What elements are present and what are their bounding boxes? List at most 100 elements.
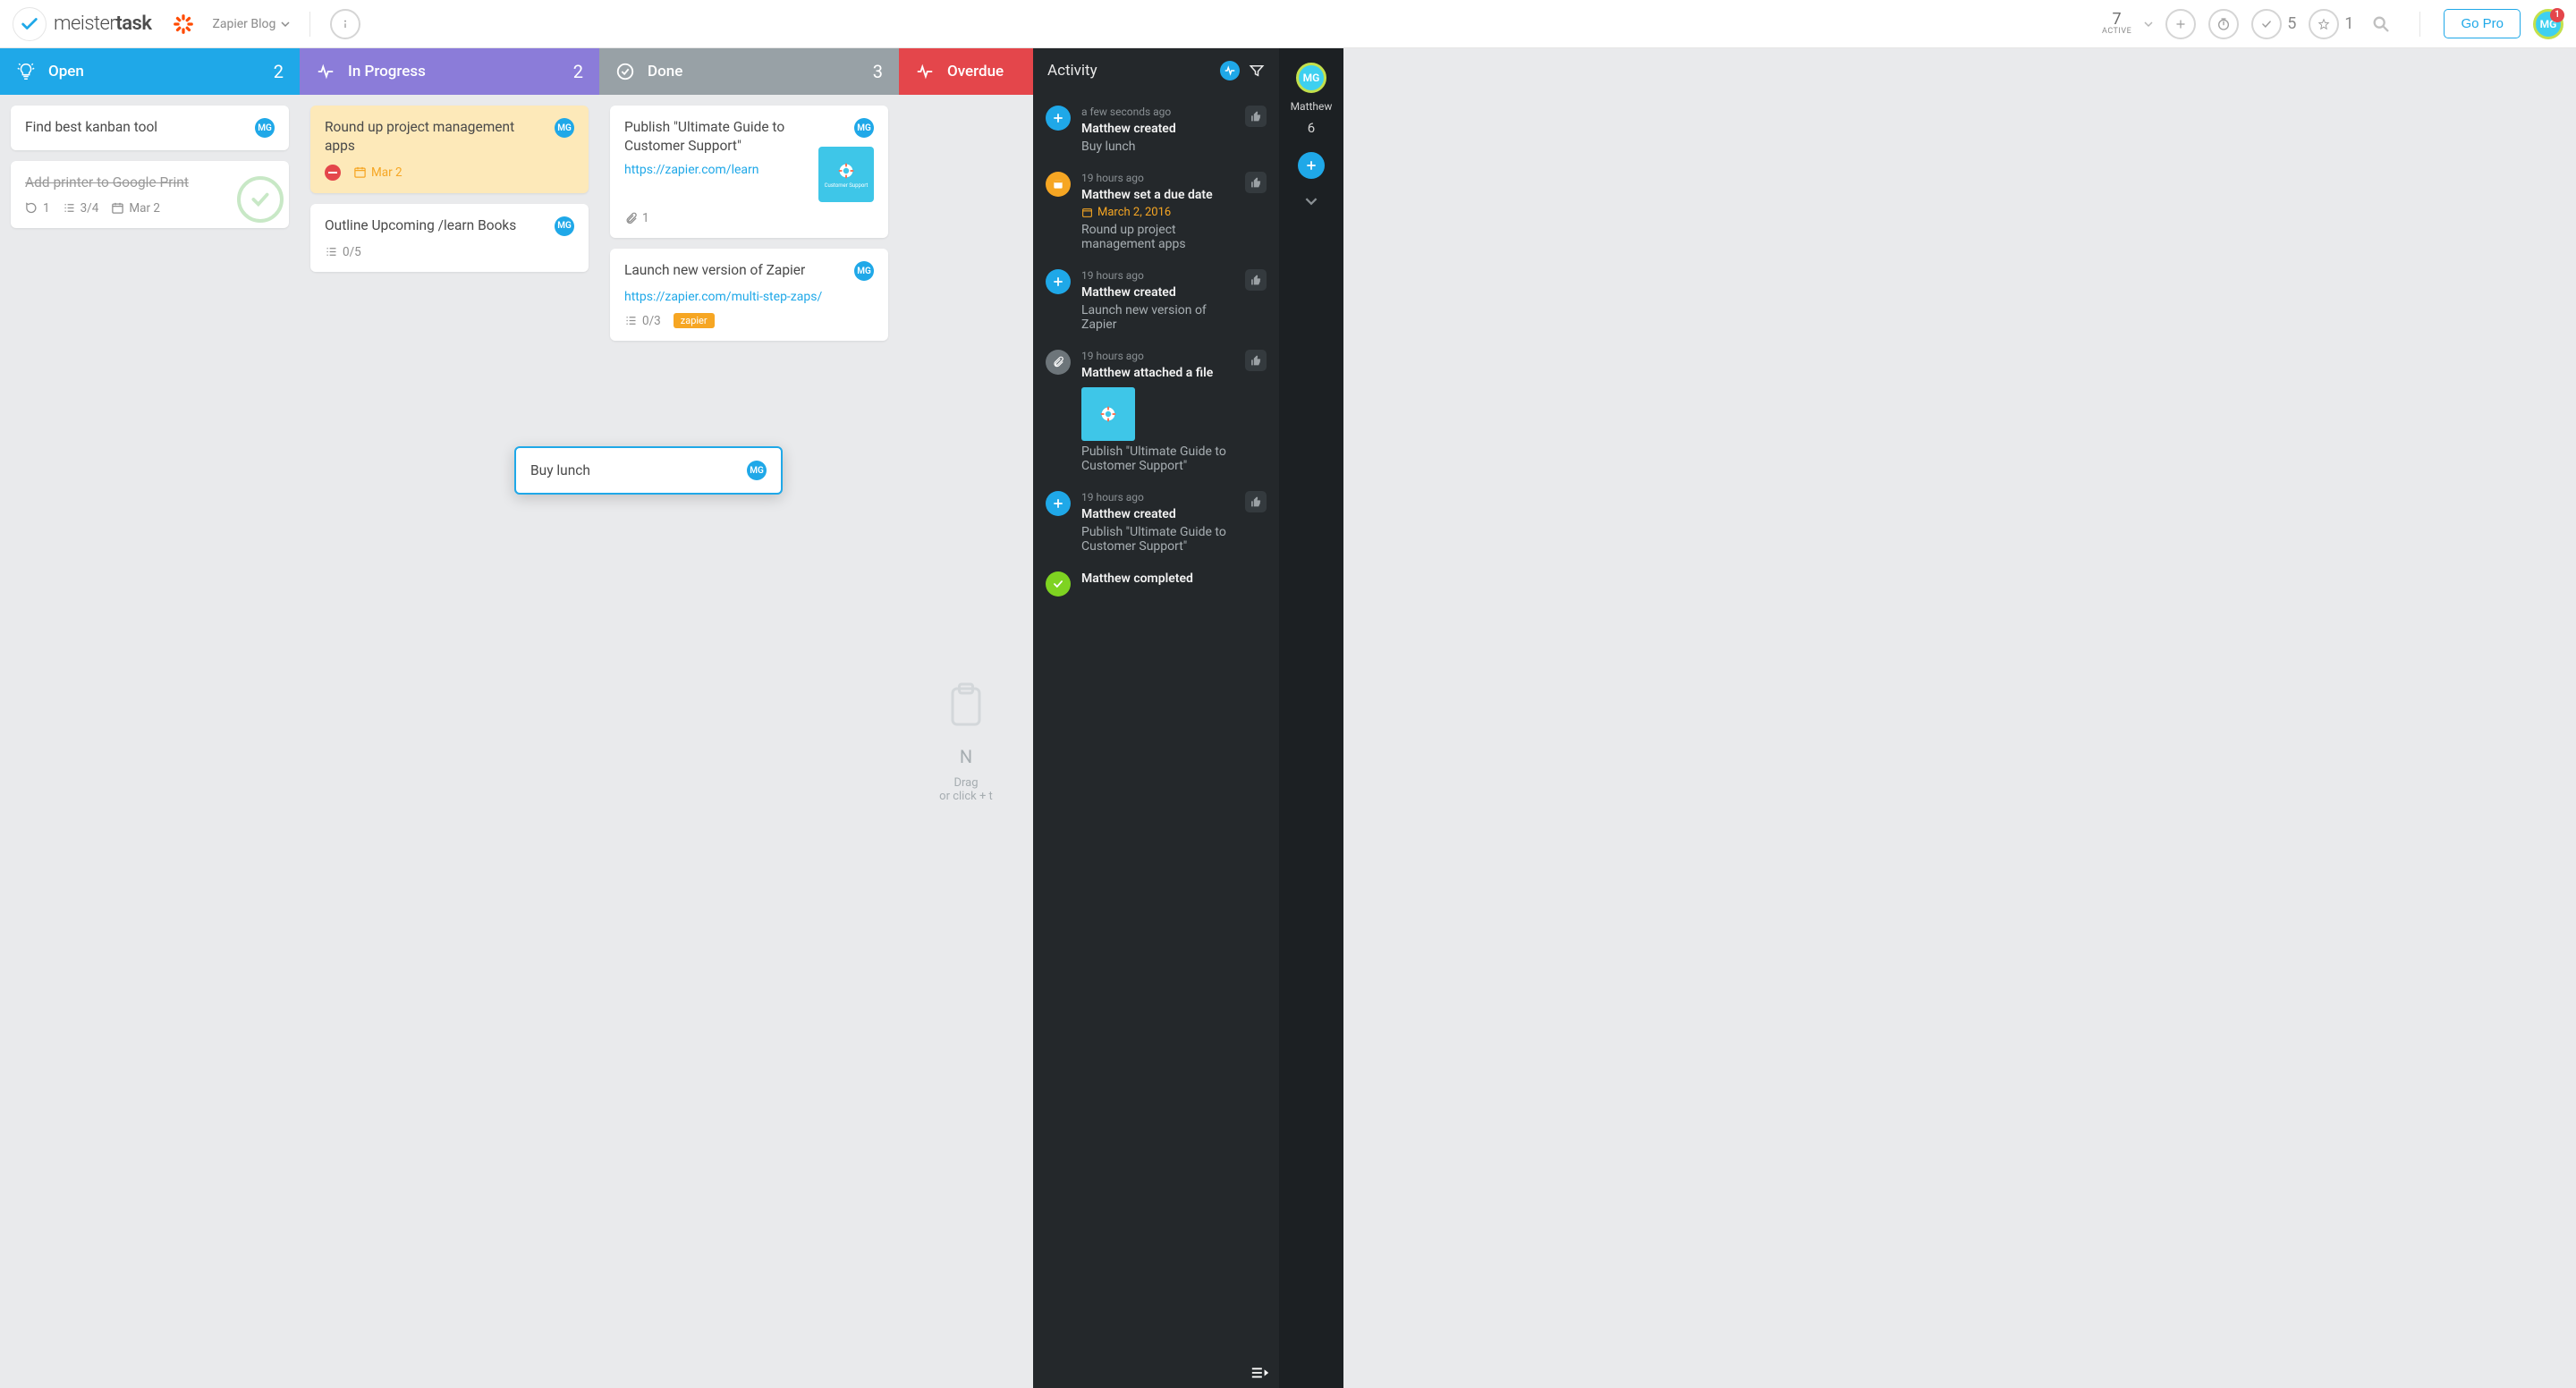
add-member-button[interactable] [1298,152,1325,179]
column-overdue: Overdue N Drag or click + t [899,48,1033,1388]
attachment-thumb [1081,387,1135,441]
assignee-avatar: MG [854,118,874,138]
activity-item[interactable]: Matthew completed [1042,563,1270,605]
chevron-down-icon [281,20,290,29]
project-dropdown[interactable]: Zapier Blog [212,17,290,31]
card-title: Find best kanban tool [25,118,246,137]
card-title: Publish "Ultimate Guide to Customer Supp… [624,118,809,156]
separator [309,12,310,37]
assignee-avatar: MG [854,261,874,281]
like-button[interactable] [1245,269,1267,291]
paperclip-icon [1046,350,1071,375]
plus-icon [1046,491,1071,516]
header-right: 7 ACTIVE 5 1 Go Pro [2102,9,2563,39]
assignee-avatar: MG [555,216,574,236]
completed-count[interactable]: 5 [2251,9,2296,39]
search-button[interactable] [2366,9,2396,39]
card-title: Outline Upcoming /learn Books [325,216,546,235]
calendar-icon [1046,172,1071,197]
members-rail: MG Matthew 6 [1279,48,1343,1388]
notification-badge: 1 [2550,8,2564,22]
due-date-chip: March 2, 2016 [1081,206,1234,219]
activity-item[interactable]: 19 hours ago Matthew created Publish "Ul… [1042,482,1270,563]
pulse-icon [316,62,335,81]
activity-title: Activity [1047,62,1211,80]
column-header-done[interactable]: Done 3 [599,48,899,95]
card-title: Buy lunch [530,461,738,480]
column-header-progress[interactable]: In Progress 2 [300,48,599,95]
dragging-task-card[interactable]: Buy lunch MG [514,446,783,495]
member-task-count: 6 [1308,120,1315,136]
check-icon [2251,9,2282,39]
separator [2419,12,2420,37]
checklist-count: 0/5 [325,245,361,259]
plus-icon [1046,106,1071,131]
starred-count[interactable]: 1 [2309,9,2353,39]
task-card-completed[interactable]: Add printer to Google Print 1 3/4 [11,161,289,228]
like-button[interactable] [1245,350,1267,371]
activity-item[interactable]: a few seconds ago Matthew created Buy lu… [1042,97,1270,163]
activity-pulse-icon[interactable] [1220,61,1240,80]
column-header-overdue[interactable]: Overdue [899,48,1033,95]
card-link[interactable]: https://zapier.com/learn [624,163,809,177]
go-pro-button[interactable]: Go Pro [2444,9,2521,38]
chevron-down-icon[interactable] [2144,20,2153,29]
column-header-open[interactable]: Open 2 [0,48,300,95]
member-name: Matthew [1291,100,1333,113]
checklist-count: 0/3 [624,314,661,328]
card-title: Launch new version of Zapier [624,261,845,280]
pulse-icon [915,62,935,81]
assignee-avatar: MG [255,118,275,138]
due-date: Mar 2 [111,201,160,216]
task-card[interactable]: Outline Upcoming /learn Books MG 0/5 [310,204,589,272]
lightbulb-icon [16,62,36,81]
block-icon [325,165,341,181]
user-avatar[interactable]: MG 1 [2533,9,2563,39]
activity-list: a few seconds ago Matthew created Buy lu… [1033,93,1279,1388]
timer-button[interactable] [2208,9,2239,39]
logo-mark-icon [13,7,47,41]
chevron-down-icon[interactable] [1305,195,1318,207]
empty-column-placeholder: N Drag or click + t [899,95,1033,1388]
filter-icon[interactable] [1249,63,1265,79]
like-button[interactable] [1245,172,1267,193]
kanban-board: Open 2 Find best kanban tool MG Add prin… [0,48,2576,1388]
add-button[interactable] [2165,9,2196,39]
column-done: Done 3 Publish "Ultimate Guide to Custom… [599,48,899,1388]
task-card[interactable]: Round up project management apps MG Mar … [310,106,589,193]
activity-item[interactable]: 19 hours ago Matthew created Launch new … [1042,260,1270,341]
attachment-thumb: Customer Support [818,147,874,202]
activity-item[interactable]: 19 hours ago Matthew attached a file Pub… [1042,341,1270,482]
task-card[interactable]: Find best kanban tool MG [11,106,289,150]
active-tasks-count[interactable]: 7 ACTIVE [2102,12,2131,36]
task-card[interactable]: Launch new version of Zapier MG https://… [610,249,888,341]
checklist-count: 3/4 [63,201,99,216]
logo-text: meistertask [54,13,151,35]
logo[interactable]: meistertask [13,7,151,41]
card-title: Add printer to Google Print [25,174,275,192]
collapse-panel-button[interactable] [1250,1365,1270,1381]
star-icon [2309,9,2339,39]
app-header: meistertask Zapier Blog 7 ACTIVE [0,0,2576,48]
like-button[interactable] [1245,106,1267,127]
zapier-icon [171,12,196,37]
card-title: Round up project management apps [325,118,546,156]
like-button[interactable] [1245,491,1267,512]
project-name: Zapier Blog [212,17,275,31]
check-icon [1046,571,1071,597]
column-in-progress: In Progress 2 Round up project managemen… [300,48,599,1388]
card-link[interactable]: https://zapier.com/multi-step-zaps/ [624,290,874,304]
column-open: Open 2 Find best kanban tool MG Add prin… [0,48,300,1388]
assignee-avatar: MG [555,118,574,138]
assignee-avatar: MG [747,461,767,480]
task-card[interactable]: Publish "Ultimate Guide to Customer Supp… [610,106,888,238]
info-button[interactable] [330,9,360,39]
plus-icon [1046,269,1071,294]
completed-check-icon [237,176,284,223]
check-circle-icon [615,62,635,81]
attachment-count: 1 [624,211,649,225]
clipboard-icon [939,680,993,733]
member-avatar[interactable]: MG [1296,63,1326,93]
activity-item[interactable]: 19 hours ago Matthew set a due date Marc… [1042,163,1270,260]
comment-count: 1 [25,201,50,216]
